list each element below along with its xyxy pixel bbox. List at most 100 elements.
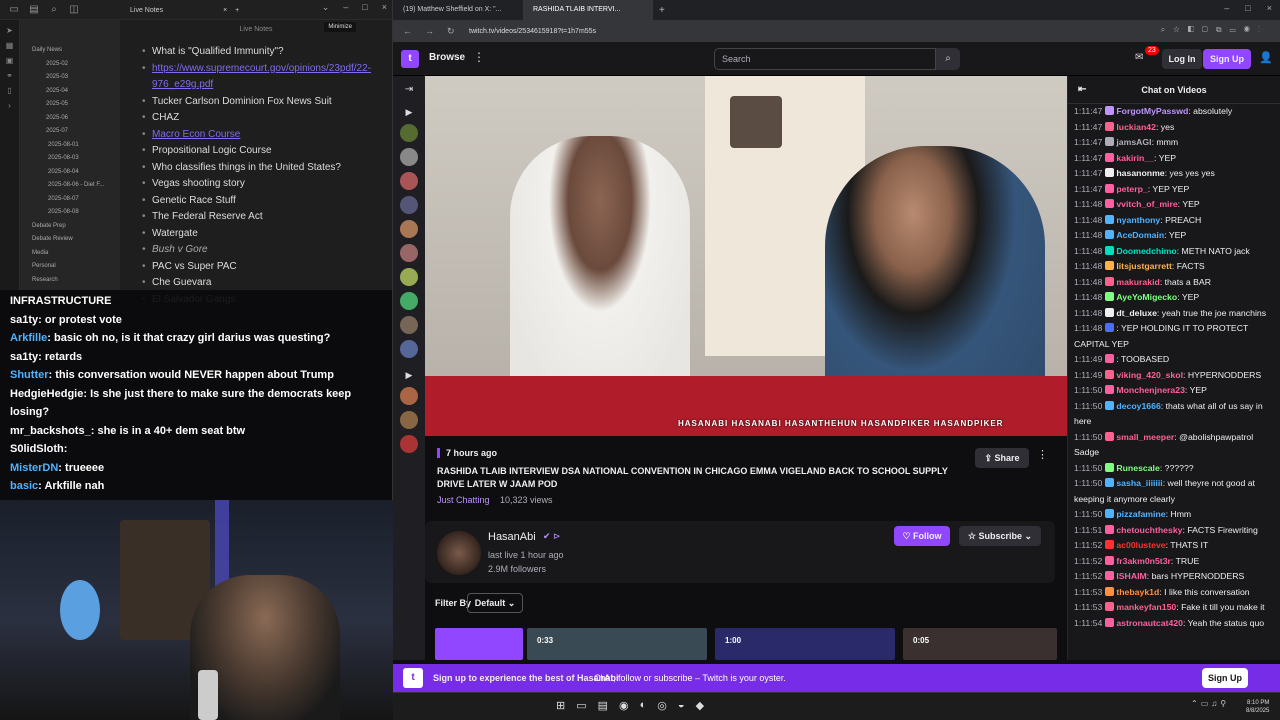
folder-item[interactable]: 2025-04 (20, 85, 120, 99)
chat-timestamp[interactable]: 1:11:47 (1074, 184, 1102, 194)
maximize-button[interactable]: □ (1245, 3, 1250, 13)
collapse-chat-icon[interactable]: ⇤ (1078, 76, 1086, 104)
chat-username[interactable]: jamsAGI (1116, 137, 1151, 147)
video-thumbnail[interactable]: 0:33 (527, 628, 707, 660)
chat-timestamp[interactable]: 1:11:50 (1074, 385, 1102, 395)
folder-item[interactable]: Research (20, 274, 120, 288)
graph-icon[interactable]: ⚭ (0, 71, 19, 80)
chat-username[interactable]: nyanthony (1116, 215, 1160, 225)
channel-avatar[interactable] (400, 387, 418, 405)
chat-username[interactable]: AceDomain (1116, 230, 1164, 240)
reload-icon[interactable]: ↻ (447, 26, 459, 37)
chevron-down-icon[interactable]: ⌄ (322, 2, 330, 13)
chat-username[interactable]: AyeYoMigecko (1116, 292, 1177, 302)
chat-username[interactable]: Doomedchimo (1116, 246, 1176, 256)
category-link[interactable]: Just Chatting (437, 495, 490, 505)
maximize-button[interactable]: □ (362, 2, 367, 13)
file-icon[interactable]: ▯ (0, 86, 19, 95)
folder-item[interactable]: Media (20, 247, 120, 261)
folder-item[interactable]: 2025-08-01 (20, 139, 120, 153)
send-icon[interactable]: ➤ (0, 26, 19, 35)
channel-avatar[interactable] (400, 411, 418, 429)
video-thumbnail[interactable]: 1:00 (715, 628, 895, 660)
video-thumbnail[interactable]: 0:05 (903, 628, 1057, 660)
chat-username[interactable]: sasha_iiiiiii (1116, 478, 1162, 488)
chat-timestamp[interactable]: 1:11:49 (1074, 370, 1102, 380)
chat-timestamp[interactable]: 1:11:47 (1074, 137, 1102, 147)
chat-timestamp[interactable]: 1:11:50 (1074, 401, 1102, 411)
chat-timestamp[interactable]: 1:11:48 (1074, 277, 1102, 287)
chat-username[interactable]: chetouchthesky (1116, 525, 1182, 535)
chat-timestamp[interactable]: 1:11:47 (1074, 106, 1102, 116)
subscribe-button[interactable]: ☆ Subscribe ⌄ (959, 526, 1041, 546)
channel-avatar[interactable] (400, 124, 418, 142)
chat-timestamp[interactable]: 1:11:52 (1074, 556, 1102, 566)
video-player[interactable]: HASANABI HASANABI HASANTHEHUN HASANDPIKE… (425, 76, 1067, 436)
search-input[interactable]: Search (714, 48, 936, 70)
channel-avatar[interactable] (400, 316, 418, 334)
signup-button[interactable]: Sign Up (1203, 49, 1251, 69)
more-icon[interactable]: ⋮ (473, 50, 485, 64)
folder-item[interactable]: Personal (20, 260, 120, 274)
follow-button[interactable]: ♡ Follow (894, 526, 950, 546)
chat-timestamp[interactable]: 1:11:48 (1074, 230, 1102, 240)
notes-tab[interactable]: Live Notes × + (130, 3, 310, 19)
folder-item[interactable]: Debate Review (20, 233, 120, 247)
search-icon[interactable]: ⌕ (936, 48, 960, 70)
more-options-icon[interactable]: ⋮ (1037, 448, 1048, 461)
note-list-item[interactable]: Macro Econ Course (142, 127, 392, 144)
channel-avatar[interactable] (400, 172, 418, 190)
close-button[interactable]: × (1267, 3, 1272, 13)
chat-timestamp[interactable]: 1:11:51 (1074, 525, 1102, 535)
url-field[interactable]: twitch.tv/videos/2534615918?t=1h7m55s (469, 28, 596, 35)
chat-timestamp[interactable]: 1:11:47 (1074, 153, 1102, 163)
twitch-logo-icon[interactable]: t (401, 50, 419, 68)
channel-avatar[interactable] (400, 220, 418, 238)
banner-signup-button[interactable]: Sign Up (1202, 668, 1248, 688)
chat-timestamp[interactable]: 1:11:52 (1074, 540, 1102, 550)
chat-timestamp[interactable]: 1:11:53 (1074, 587, 1102, 597)
chat-timestamp[interactable]: 1:11:49 (1074, 354, 1102, 364)
clock[interactable]: 8:10 PM 8/8/2025 (1246, 699, 1269, 715)
folder-item[interactable]: 2025-08-08 (20, 206, 120, 220)
folder-item[interactable]: 2025-08-04 (20, 166, 120, 180)
chat-username[interactable]: thebayk1d (1116, 587, 1159, 597)
chat-username[interactable]: kakirin__ (1116, 153, 1154, 163)
system-tray[interactable]: ⌃▭♫⚲ (1191, 699, 1229, 708)
channel-avatar[interactable] (400, 292, 418, 310)
user-icon[interactable]: 👤 (1259, 51, 1273, 64)
folder-item[interactable]: 2025-07 (20, 125, 120, 139)
chat-username[interactable]: vvitch_of_mire (1116, 199, 1177, 209)
chat-username[interactable]: pizzafamine (1116, 509, 1165, 519)
chat-timestamp[interactable]: 1:11:50 (1074, 432, 1102, 442)
chat-username[interactable]: ac00lusteve (1116, 540, 1165, 550)
chat-username[interactable]: makurakid (1116, 277, 1159, 287)
chat-username[interactable]: Runescale (1116, 463, 1159, 473)
folder-item[interactable]: Debate Prep (20, 220, 120, 234)
close-button[interactable]: × (382, 2, 387, 13)
chrome-icon[interactable]: ◎ (657, 699, 667, 712)
chat-username[interactable]: luckian42 (1116, 122, 1156, 132)
note-list-item[interactable]: https://www.supremecourt.gov/opinions/23… (142, 61, 392, 94)
browser-tab-twitch[interactable]: RASHIDA TLAIB INTERVI... (523, 0, 653, 20)
chat-username[interactable]: litsjustgarrett (1116, 261, 1172, 271)
start-icon[interactable]: ⊞ (556, 699, 565, 712)
channel-avatar[interactable] (400, 340, 418, 358)
channel-avatar[interactable] (437, 531, 481, 575)
chat-timestamp[interactable]: 1:11:52 (1074, 571, 1102, 581)
channel-avatar[interactable] (400, 244, 418, 262)
video-thumbnail[interactable] (435, 628, 523, 660)
folder-item[interactable]: 2025-08-03 (20, 152, 120, 166)
channel-avatar[interactable] (400, 196, 418, 214)
folder-item[interactable]: 2025-08-07 (20, 193, 120, 207)
chat-timestamp[interactable]: 1:11:48 (1074, 246, 1102, 256)
chat-username[interactable]: decoy1666 (1116, 401, 1160, 411)
chat-timestamp[interactable]: 1:11:48 (1074, 261, 1102, 271)
minimize-button[interactable]: – (343, 2, 348, 13)
folder-item[interactable]: 2025-05 (20, 98, 120, 112)
folder-item[interactable]: 2025-03 (20, 71, 120, 85)
back-icon[interactable]: ← (403, 26, 415, 36)
chat-username[interactable]: small_meeper (1116, 432, 1174, 442)
folder-icon[interactable]: ▤ (28, 4, 40, 16)
obsidian-icon[interactable]: ◆ (696, 699, 704, 712)
